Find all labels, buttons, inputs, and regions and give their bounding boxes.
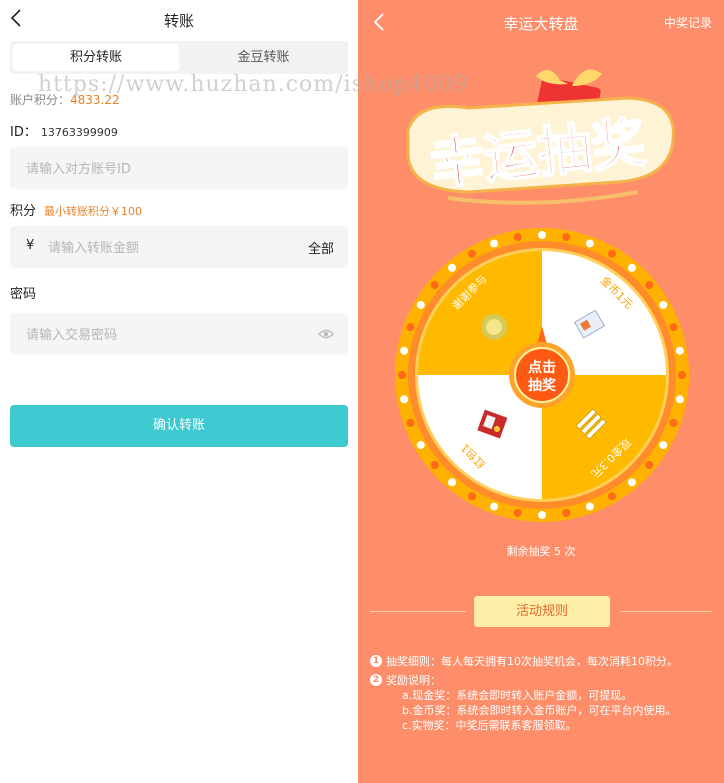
amount-input[interactable] [46, 226, 290, 270]
wheel-light [468, 249, 476, 258]
wheel-light [416, 441, 425, 449]
spin-label-top[interactable]: 点击 [528, 359, 556, 376]
note-subitem: a.现金奖：系统会即时转入账户金额，可提现。 [402, 689, 633, 702]
account-id-input[interactable] [24, 147, 338, 191]
note-subitem: b.金币奖：系统会即时转入金币账户，可在平台内使用。 [402, 704, 677, 717]
wheel-light [400, 395, 409, 404]
lottery-notes: 1 抽奖细则：每人每天拥有10次抽奖机会，每次消耗10积分。 2 奖励说明： a… [370, 654, 716, 733]
numbered-circle-icon: 2 [370, 674, 382, 686]
wheel-light [678, 371, 686, 379]
activity-rules-button[interactable]: 活动规则 [474, 596, 610, 627]
wheel-light [669, 323, 678, 332]
points-label: 积分 [10, 204, 37, 219]
divider-left [370, 611, 466, 612]
wheel-light [627, 478, 636, 487]
wheel-light [538, 511, 546, 519]
wheel-light [585, 239, 594, 248]
note-subitem: c.实物奖：中奖后需联系客服领取。 [402, 719, 577, 732]
wheel-light [490, 502, 499, 511]
eye-icon[interactable] [318, 326, 334, 342]
note-text: 奖励说明： [386, 674, 441, 687]
wheel-light [406, 323, 415, 332]
wheel-light [645, 460, 654, 469]
wheel-light [608, 492, 616, 501]
wheel-light [608, 249, 616, 258]
wheel-light [430, 281, 439, 290]
wheel-light [448, 263, 457, 272]
balance-value: 4833.22 [70, 93, 120, 107]
wheel-light [585, 502, 594, 511]
wheel-light [627, 263, 636, 272]
points-label-row: 积分 最小转账积分￥100 [10, 200, 142, 219]
password-input[interactable] [24, 313, 308, 357]
wheel-light [675, 395, 684, 404]
wheel-light [400, 346, 409, 355]
wheel-light [659, 301, 668, 309]
confirm-transfer-button[interactable]: 确认转账 [10, 405, 348, 447]
note-item: 1 抽奖细则：每人每天拥有10次抽奖机会，每次消耗10积分。 [370, 654, 716, 669]
numbered-circle-icon: 1 [370, 655, 382, 667]
divider-right [620, 611, 712, 612]
tab-points-transfer[interactable]: 积分转账 [13, 44, 179, 71]
id-value: 13763399909 [40, 126, 118, 139]
wheel-light [675, 346, 684, 355]
account-balance: 账户积分：4833.22 [10, 91, 120, 108]
min-transfer-note: 最小转账积分￥100 [44, 205, 143, 218]
wheel-light [562, 508, 571, 517]
win-records-link[interactable]: 中奖记录 [664, 14, 712, 31]
wheel-light [448, 478, 457, 487]
wheel-light [538, 231, 546, 239]
wheel-light [513, 233, 522, 242]
currency-symbol: ¥ [26, 238, 35, 253]
note-item: 2 奖励说明： a.现金奖：系统会即时转入账户金额，可提现。 b.金币奖：系统会… [370, 673, 716, 733]
wheel-light [645, 281, 654, 290]
lucky-draw-banner: 幸运抽奖 [406, 69, 675, 205]
id-label: ID： [10, 125, 37, 140]
wheel-light [490, 239, 499, 248]
coin-icon [481, 314, 507, 340]
wheel-light [669, 418, 678, 427]
balance-label: 账户积分： [10, 93, 71, 107]
amount-field: ¥ 全部 [10, 226, 348, 270]
spin-label-bottom[interactable]: 抽奖 [528, 377, 557, 394]
wheel-light [562, 233, 571, 242]
wheel-light [430, 460, 439, 469]
page-title: 转账 [163, 12, 194, 30]
prize-wheel: 谢谢参与 金币1元 现金0.3元 红包1 点击 抽奖 [395, 228, 689, 522]
remaining-draws: 剩余抽奖 5 次 [506, 545, 576, 558]
lottery-page: 幸运大转盘 中奖记录 幸运抽奖 谢谢参与 金币1元 现金0.3元 红包1 点击 … [358, 0, 724, 783]
transfer-tabs: 积分转账 金豆转账 [10, 41, 348, 74]
transfer-page: 转账 积分转账 金豆转账 账户积分：4833.22 ID： 13763399909… [0, 0, 358, 783]
wheel-light [659, 441, 668, 449]
password-label: 密码 [10, 287, 37, 302]
wheel-light [416, 301, 425, 309]
wheel-light [398, 371, 406, 379]
tab-golden-bean-transfer[interactable]: 金豆转账 [182, 44, 345, 71]
account-id-field [10, 147, 348, 191]
note-text: 抽奖细则：每人每天拥有10次抽奖机会，每次消耗10积分。 [386, 655, 678, 668]
user-id: ID： 13763399909 [10, 121, 118, 140]
wheel-light [513, 508, 522, 517]
all-button[interactable]: 全部 [308, 238, 334, 257]
password-field [10, 313, 348, 357]
wheel-light [468, 492, 476, 501]
wheel-light [406, 418, 415, 427]
